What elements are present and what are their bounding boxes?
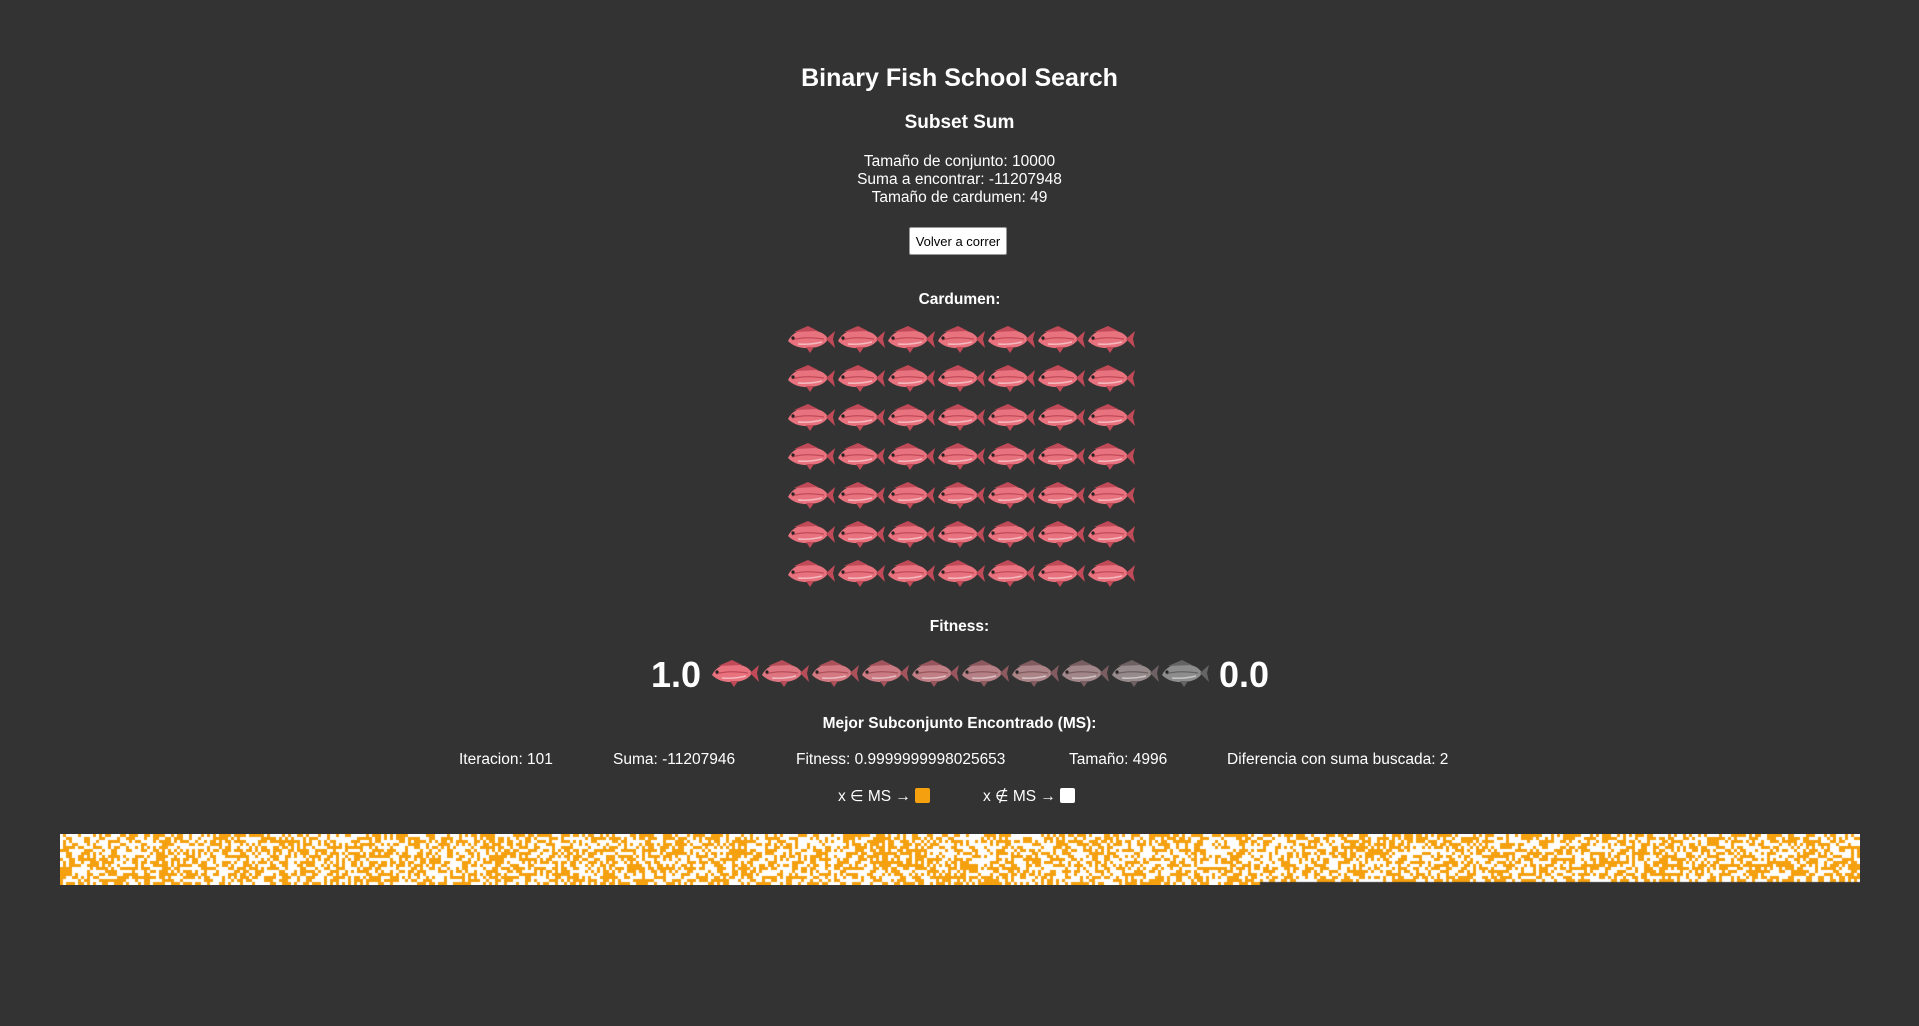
red-fish-icon (934, 477, 986, 511)
red-fish-icon (934, 399, 986, 433)
red-fish-icon (1084, 321, 1136, 355)
fitness-fish-icon (958, 655, 1010, 689)
subset-bitmap (60, 834, 1860, 885)
red-fish-icon (1034, 321, 1086, 355)
fitness-label: Fitness: (929, 618, 990, 635)
red-fish-icon (984, 399, 1036, 433)
iteration-stat: Iteracion: 101 (459, 751, 553, 768)
difference-stat: Diferencia con suma buscada: 2 (1227, 751, 1449, 768)
red-fish-icon (884, 477, 936, 511)
red-fish-icon (984, 477, 1036, 511)
red-fish-icon (884, 438, 936, 472)
fitness-stat: Fitness: 0.9999999998025653 (796, 751, 1006, 768)
fitness-gradient (708, 652, 1212, 692)
fitness-fish-icon (708, 655, 760, 689)
red-fish-icon (1084, 360, 1136, 394)
fitness-scale-low: 0.0 (1219, 654, 1270, 695)
subset-bitmap-canvas (60, 834, 1860, 885)
red-fish-icon (1084, 555, 1136, 589)
in-ms-swatch (914, 788, 930, 803)
red-fish-icon (1084, 516, 1136, 550)
red-fish-icon (784, 321, 836, 355)
page-title: Binary Fish School Search (801, 64, 1118, 92)
fitness-fish-icon (858, 655, 910, 689)
red-fish-icon (834, 555, 886, 589)
fitness-fish-icon (758, 655, 810, 689)
problem-subtitle: Subset Sum (904, 112, 1015, 133)
red-fish-icon (784, 438, 836, 472)
red-fish-icon (934, 438, 986, 472)
rerun-button[interactable]: Volver a correr (909, 227, 1007, 255)
legend-in-ms: x ∈ MS → (838, 788, 930, 806)
red-fish-icon (1034, 438, 1086, 472)
red-fish-icon (784, 555, 836, 589)
school-label: Cardumen: (918, 291, 1001, 308)
red-fish-icon (834, 399, 886, 433)
fitness-fish-icon (1008, 655, 1060, 689)
school-size-text: Tamaño de cardumen: 49 (871, 189, 1048, 206)
red-fish-icon (834, 516, 886, 550)
red-fish-icon (934, 555, 986, 589)
red-fish-icon (884, 555, 936, 589)
red-fish-icon (784, 516, 836, 550)
fitness-fish-icon (808, 655, 860, 689)
set-size-text: Tamaño de conjunto: 10000 (863, 153, 1056, 170)
red-fish-icon (884, 321, 936, 355)
red-fish-icon (1034, 477, 1086, 511)
red-fish-icon (1034, 555, 1086, 589)
size-stat: Tamaño: 4996 (1069, 751, 1168, 768)
red-fish-icon (1084, 399, 1136, 433)
red-fish-icon (984, 516, 1036, 550)
legend-not-in-ms: x ∉ MS → (983, 788, 1075, 806)
fitness-fish-icon (1108, 655, 1160, 689)
best-subset-label: Mejor Subconjunto Encontrado (MS): (822, 715, 1097, 732)
red-fish-icon (984, 438, 1036, 472)
red-fish-icon (934, 321, 986, 355)
sum-stat: Suma: -11207946 (613, 751, 736, 768)
red-fish-icon (784, 360, 836, 394)
legend-not-in-ms-label: x ∉ MS → (983, 788, 1056, 805)
red-fish-icon (984, 360, 1036, 394)
fitness-fish-icon (908, 655, 960, 689)
target-sum-text: Suma a encontrar: -11207948 (857, 171, 1062, 188)
red-fish-icon (984, 321, 1036, 355)
fitness-fish-icon (1158, 655, 1210, 689)
red-fish-icon (884, 516, 936, 550)
red-fish-icon (1034, 360, 1086, 394)
fish-school-grid (784, 321, 1136, 601)
red-fish-icon (884, 360, 936, 394)
red-fish-icon (1034, 399, 1086, 433)
red-fish-icon (834, 321, 886, 355)
red-fish-icon (784, 399, 836, 433)
red-fish-icon (834, 360, 886, 394)
red-fish-icon (834, 477, 886, 511)
legend-in-ms-label: x ∈ MS → (838, 788, 911, 805)
red-fish-icon (884, 399, 936, 433)
fitness-scale-high: 1.0 (651, 654, 702, 695)
red-fish-icon (984, 555, 1036, 589)
fitness-fish-icon (1058, 655, 1110, 689)
red-fish-icon (1084, 438, 1136, 472)
red-fish-icon (834, 438, 886, 472)
red-fish-icon (934, 360, 986, 394)
red-fish-icon (1034, 516, 1086, 550)
red-fish-icon (784, 477, 836, 511)
not-in-ms-swatch (1059, 788, 1075, 803)
red-fish-icon (934, 516, 986, 550)
red-fish-icon (1084, 477, 1136, 511)
